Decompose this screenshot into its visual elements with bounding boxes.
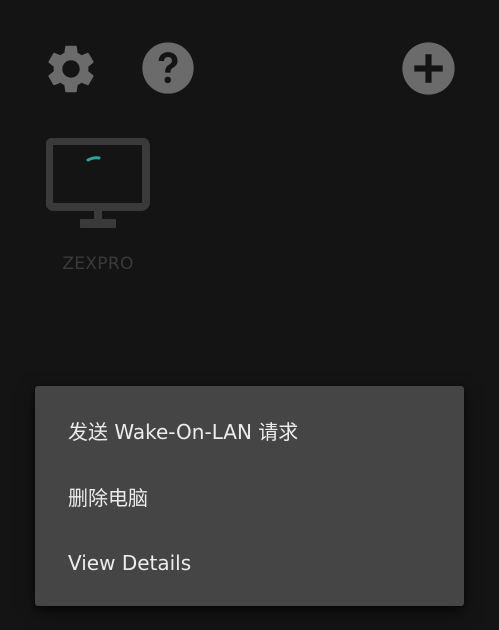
menu-item-view-details[interactable]: View Details (35, 530, 464, 596)
menu-item-wake-on-lan[interactable]: 发送 Wake-On-LAN 请求 (35, 397, 464, 463)
monitor-icon (46, 138, 150, 228)
pc-list-screen: ZEXPRO 发送 Wake-On-LAN 请求 删除电脑 View Detai… (0, 0, 499, 630)
question-circle-icon[interactable] (140, 40, 196, 96)
plus-circle-icon[interactable] (400, 40, 457, 97)
menu-item-delete-pc[interactable]: 删除电脑 (35, 463, 464, 529)
gear-icon[interactable] (42, 40, 100, 98)
pc-name-label: ZEXPRO (62, 254, 134, 274)
pc-tile[interactable]: ZEXPRO (46, 138, 150, 278)
pc-context-menu: 发送 Wake-On-LAN 请求 删除电脑 View Details (35, 386, 464, 606)
